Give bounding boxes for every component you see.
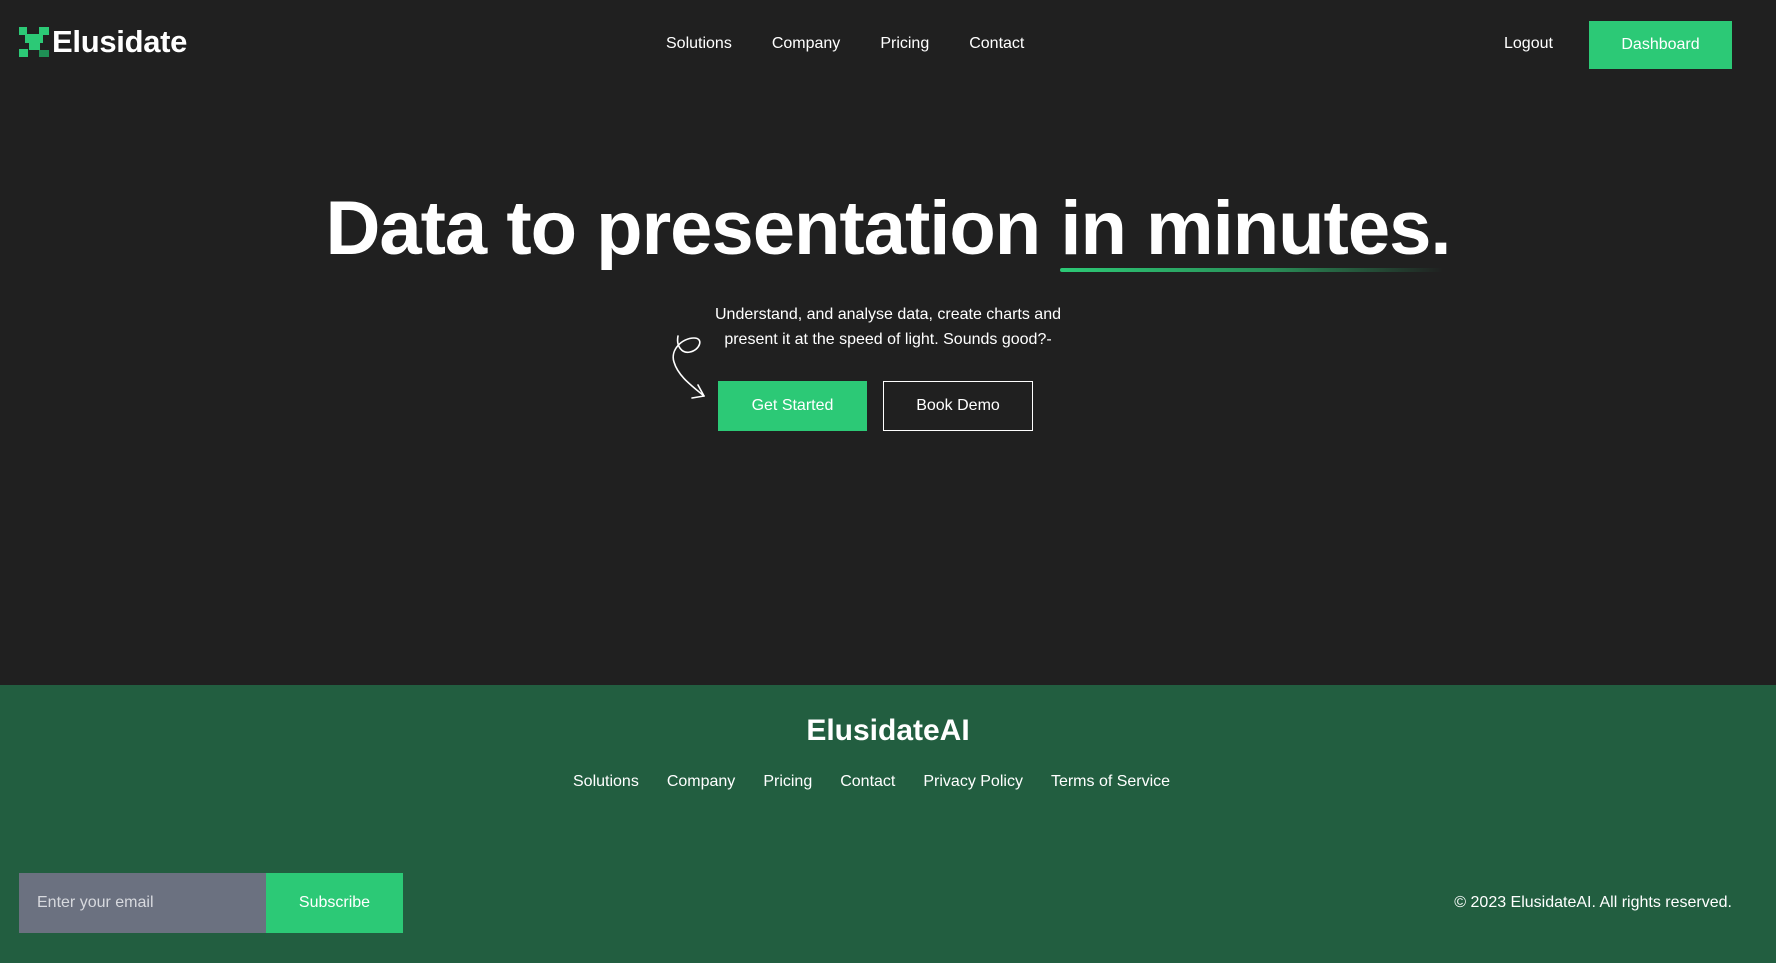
dashboard-button[interactable]: Dashboard bbox=[1589, 21, 1732, 69]
logo-link[interactable]: Elusidate bbox=[19, 26, 187, 57]
nav-company[interactable]: Company bbox=[772, 35, 840, 53]
logo-text: Elusidate bbox=[52, 24, 188, 59]
highlight-underline bbox=[1060, 268, 1443, 272]
main-nav: Solutions Company Pricing Contact bbox=[666, 35, 1024, 53]
footer-link-solutions[interactable]: Solutions bbox=[573, 773, 639, 791]
logout-link[interactable]: Logout bbox=[1504, 35, 1553, 53]
footer-link-contact[interactable]: Contact bbox=[840, 773, 895, 791]
nav-solutions[interactable]: Solutions bbox=[666, 35, 732, 53]
footer-nav: Solutions Company Pricing Contact Privac… bbox=[573, 773, 1170, 791]
book-demo-button[interactable]: Book Demo bbox=[883, 381, 1033, 431]
footer-link-terms-of-service[interactable]: Terms of Service bbox=[1051, 773, 1170, 791]
subscribe-button[interactable]: Subscribe bbox=[266, 873, 403, 933]
footer-link-pricing[interactable]: Pricing bbox=[763, 773, 812, 791]
elusidate-logo-icon bbox=[19, 26, 49, 57]
site-footer: ElusidateAI Solutions Company Pricing Co… bbox=[0, 685, 1776, 963]
squiggle-arrow-icon bbox=[664, 334, 716, 404]
nav-contact[interactable]: Contact bbox=[969, 35, 1024, 53]
hero-subtitle: Understand, and analyse data, create cha… bbox=[715, 306, 1061, 348]
hero-title-highlight-text: in minutes. bbox=[1060, 186, 1451, 271]
hero-title-main: Data to presentation bbox=[325, 186, 1061, 271]
landing-page: Elusidate Solutions Company Pricing Cont… bbox=[0, 0, 1776, 963]
hero-title-highlight: in minutes. bbox=[1060, 184, 1452, 274]
nav-pricing[interactable]: Pricing bbox=[880, 35, 929, 53]
email-input[interactable] bbox=[19, 873, 266, 933]
footer-link-company[interactable]: Company bbox=[667, 773, 735, 791]
site-header: Elusidate Solutions Company Pricing Cont… bbox=[0, 0, 1776, 92]
copyright-text: © 2023 ElusidateAI. All rights reserved. bbox=[1454, 894, 1732, 911]
footer-link-privacy-policy[interactable]: Privacy Policy bbox=[923, 773, 1023, 791]
footer-brand: ElusidateAI bbox=[806, 714, 970, 747]
hero-title: Data to presentation in minutes. bbox=[0, 184, 1776, 274]
get-started-button[interactable]: Get Started bbox=[718, 381, 867, 431]
newsletter-form: Subscribe bbox=[19, 873, 403, 933]
